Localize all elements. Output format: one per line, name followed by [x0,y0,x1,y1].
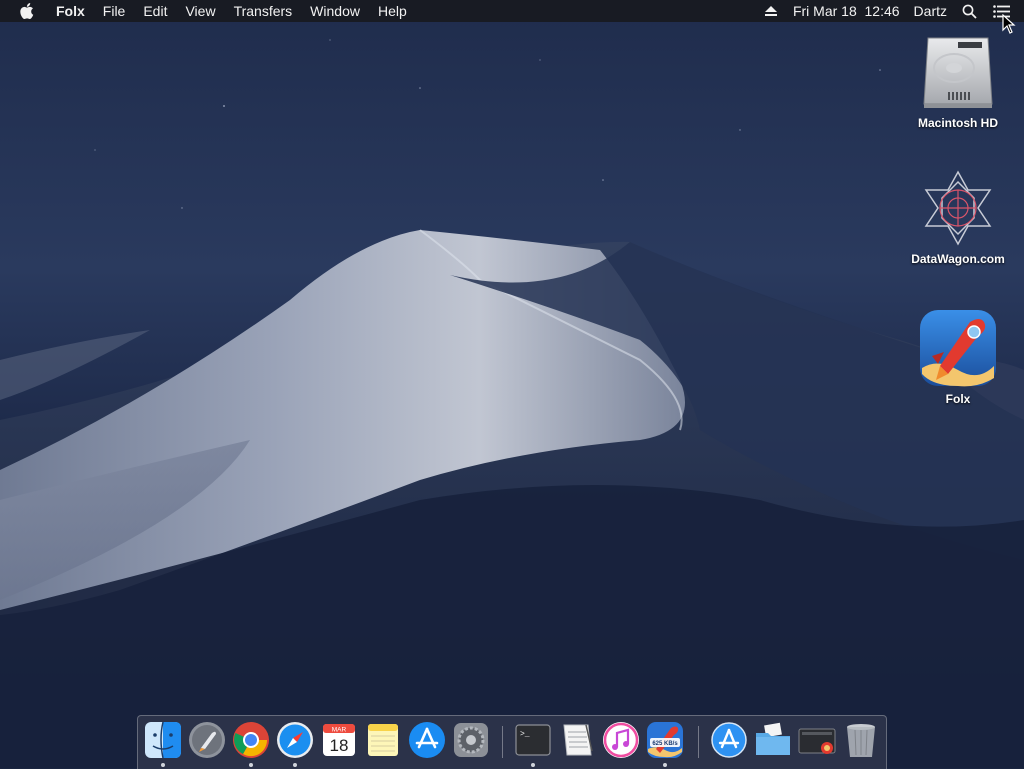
dock-documents[interactable] [754,721,792,759]
calendar-day: 18 [330,736,349,755]
spotlight-search-icon[interactable] [954,0,985,22]
menu-bar: Folx File Edit View Transfers Window Hel… [0,0,1024,22]
dock-separator [698,726,699,758]
network-volume-icon [924,170,992,246]
desktop-icon-label: DataWagon.com [911,252,1005,266]
dock-separator [502,726,503,758]
dock-calendar[interactable]: MAR 18 [320,721,358,759]
menubar-clock[interactable]: Fri Mar 18 12:46 [786,0,907,22]
folx-rocket-icon [920,310,996,387]
folx-icon: 625 KB/s [647,722,683,758]
desktop-icon-label: Macintosh HD [917,116,998,130]
desktop-icon-label: Folx [945,392,971,406]
app-store-icon [409,722,445,758]
running-indicator [293,763,297,767]
itunes-icon [603,722,639,758]
dock-app-store[interactable] [408,721,446,759]
dock-system-preferences[interactable] [452,721,490,759]
dock-itunes[interactable] [602,721,640,759]
dock-notes[interactable] [364,721,402,759]
launchpad-icon [189,722,225,758]
downloads-stack-icon [798,728,836,754]
terminal-icon: >_ [515,724,551,756]
safari-icon [277,722,313,758]
apple-menu-icon[interactable] [0,3,47,19]
textedit-icon [563,724,593,756]
dock-downloads[interactable] [798,721,836,759]
hard-drive-icon [923,37,993,108]
eject-icon[interactable] [756,0,786,22]
desktop-icon-datawagon[interactable]: DataWagon.com [898,168,1018,266]
menu-help[interactable]: Help [369,0,416,22]
dock-chrome[interactable] [232,721,270,759]
menu-edit[interactable]: Edit [134,0,176,22]
menu-transfers[interactable]: Transfers [225,0,302,22]
menu-view[interactable]: View [176,0,224,22]
calendar-icon: MAR 18 [323,724,355,756]
dock-launchpad[interactable] [188,721,226,759]
trash-icon [847,724,875,757]
mouse-pointer-icon [1002,14,1016,34]
running-indicator [663,763,667,767]
app-menu-folx[interactable]: Folx [47,0,94,22]
dock-trash[interactable] [842,721,880,759]
dock-folx[interactable]: 625 KB/s [646,721,684,759]
dock-finder[interactable] [144,721,182,759]
documents-folder-icon [756,722,790,755]
finder-icon [145,721,181,759]
terminal-prompt: >_ [520,730,530,739]
running-indicator [161,763,165,767]
folx-speed-badge: 625 KB/s [652,741,678,747]
dock-terminal[interactable]: >_ [514,721,552,759]
system-preferences-icon [454,723,488,757]
dock-safari[interactable] [276,721,314,759]
menu-file[interactable]: File [94,0,135,22]
dock-applications[interactable] [710,721,748,759]
dock-textedit[interactable] [558,721,596,759]
calendar-month: MAR [332,727,347,734]
notes-icon [368,724,398,756]
desktop-icon-folx[interactable]: Folx [898,308,1018,406]
dock: MAR 18 >_ 625 KB/s [137,715,887,769]
applications-folder-icon [711,722,747,758]
menu-window[interactable]: Window [301,0,369,22]
running-indicator [531,763,535,767]
menubar-user[interactable]: Dartz [907,0,954,22]
chrome-icon [233,722,269,758]
desktop-wallpaper [0,0,1024,768]
desktop-icon-macintosh-hd[interactable]: Macintosh HD [898,32,1018,130]
running-indicator [249,763,253,767]
